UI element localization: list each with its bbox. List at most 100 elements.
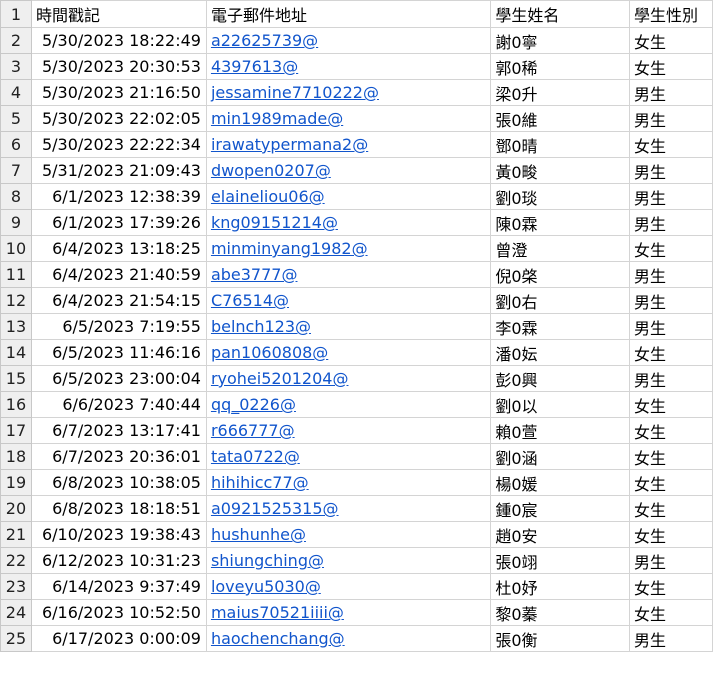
student-gender-cell[interactable]: 女生 bbox=[629, 417, 713, 444]
student-gender-cell[interactable]: 女生 bbox=[629, 339, 713, 366]
row-number[interactable]: 4 bbox=[0, 79, 32, 106]
student-name-cell[interactable]: 劉0涵 bbox=[490, 443, 631, 470]
email-cell[interactable]: qq_0226@ bbox=[205, 391, 492, 418]
student-gender-cell[interactable]: 男生 bbox=[629, 365, 713, 392]
header-student-name[interactable]: 學生姓名 bbox=[490, 0, 631, 28]
timestamp-cell[interactable]: 5/31/2023 21:09:43 bbox=[30, 157, 207, 184]
timestamp-cell[interactable]: 6/5/2023 11:46:16 bbox=[30, 339, 207, 366]
timestamp-cell[interactable]: 6/16/2023 10:52:50 bbox=[30, 599, 207, 626]
email-cell[interactable]: irawatypermana2@ bbox=[205, 131, 492, 158]
student-name-cell[interactable]: 謝0寧 bbox=[490, 27, 631, 54]
student-name-cell[interactable]: 張0維 bbox=[490, 105, 631, 132]
email-cell[interactable]: hushunhe@ bbox=[205, 521, 492, 548]
row-number[interactable]: 7 bbox=[0, 157, 32, 184]
student-gender-cell[interactable]: 男生 bbox=[629, 625, 713, 652]
email-cell[interactable]: 4397613@ bbox=[205, 53, 492, 80]
student-gender-cell[interactable]: 女生 bbox=[629, 131, 713, 158]
timestamp-cell[interactable]: 6/7/2023 13:17:41 bbox=[30, 417, 207, 444]
row-number[interactable]: 16 bbox=[0, 391, 32, 418]
student-name-cell[interactable]: 黃0畯 bbox=[490, 157, 631, 184]
student-name-cell[interactable]: 鄧0晴 bbox=[490, 131, 631, 158]
email-cell[interactable]: a22625739@ bbox=[205, 27, 492, 54]
email-cell[interactable]: hihihicc77@ bbox=[205, 469, 492, 496]
student-gender-cell[interactable]: 男生 bbox=[629, 209, 713, 236]
header-timestamp[interactable]: 時間戳記 bbox=[30, 0, 207, 28]
timestamp-cell[interactable]: 6/5/2023 23:00:04 bbox=[30, 365, 207, 392]
timestamp-cell[interactable]: 5/30/2023 21:16:50 bbox=[30, 79, 207, 106]
row-number[interactable]: 24 bbox=[0, 599, 32, 626]
student-gender-cell[interactable]: 男生 bbox=[629, 313, 713, 340]
student-name-cell[interactable]: 賴0萱 bbox=[490, 417, 631, 444]
student-gender-cell[interactable]: 男生 bbox=[629, 105, 713, 132]
timestamp-cell[interactable]: 5/30/2023 22:02:05 bbox=[30, 105, 207, 132]
timestamp-cell[interactable]: 6/1/2023 17:39:26 bbox=[30, 209, 207, 236]
student-name-cell[interactable]: 陳0霖 bbox=[490, 209, 631, 236]
student-gender-cell[interactable]: 女生 bbox=[629, 443, 713, 470]
email-cell[interactable]: min1989made@ bbox=[205, 105, 492, 132]
email-cell[interactable]: shiungching@ bbox=[205, 547, 492, 574]
row-number[interactable]: 23 bbox=[0, 573, 32, 600]
row-number[interactable]: 12 bbox=[0, 287, 32, 314]
row-number[interactable]: 14 bbox=[0, 339, 32, 366]
student-gender-cell[interactable]: 女生 bbox=[629, 53, 713, 80]
row-number[interactable]: 1 bbox=[0, 0, 32, 28]
email-cell[interactable]: haochenchang@ bbox=[205, 625, 492, 652]
student-name-cell[interactable]: 張0翊 bbox=[490, 547, 631, 574]
header-email[interactable]: 電子郵件地址 bbox=[205, 0, 492, 28]
student-gender-cell[interactable]: 女生 bbox=[629, 469, 713, 496]
email-cell[interactable]: ryohei5201204@ bbox=[205, 365, 492, 392]
timestamp-cell[interactable]: 5/30/2023 22:22:34 bbox=[30, 131, 207, 158]
student-gender-cell[interactable]: 女生 bbox=[629, 599, 713, 626]
email-cell[interactable]: C76514@ bbox=[205, 287, 492, 314]
timestamp-cell[interactable]: 6/1/2023 12:38:39 bbox=[30, 183, 207, 210]
email-cell[interactable]: belnch123@ bbox=[205, 313, 492, 340]
student-gender-cell[interactable]: 女生 bbox=[629, 27, 713, 54]
row-number[interactable]: 25 bbox=[0, 625, 32, 652]
student-gender-cell[interactable]: 女生 bbox=[629, 573, 713, 600]
student-gender-cell[interactable]: 男生 bbox=[629, 183, 713, 210]
student-gender-cell[interactable]: 女生 bbox=[629, 521, 713, 548]
email-cell[interactable]: elaineliou06@ bbox=[205, 183, 492, 210]
row-number[interactable]: 15 bbox=[0, 365, 32, 392]
email-cell[interactable]: kng09151214@ bbox=[205, 209, 492, 236]
student-gender-cell[interactable]: 女生 bbox=[629, 235, 713, 262]
row-number[interactable]: 17 bbox=[0, 417, 32, 444]
timestamp-cell[interactable]: 6/14/2023 9:37:49 bbox=[30, 573, 207, 600]
student-name-cell[interactable]: 杜0妤 bbox=[490, 573, 631, 600]
timestamp-cell[interactable]: 6/4/2023 21:40:59 bbox=[30, 261, 207, 288]
timestamp-cell[interactable]: 6/8/2023 10:38:05 bbox=[30, 469, 207, 496]
header-student-gender[interactable]: 學生性別 bbox=[629, 0, 713, 28]
student-gender-cell[interactable]: 女生 bbox=[629, 391, 713, 418]
timestamp-cell[interactable]: 6/12/2023 10:31:23 bbox=[30, 547, 207, 574]
student-name-cell[interactable]: 張0衡 bbox=[490, 625, 631, 652]
student-name-cell[interactable]: 劉0琰 bbox=[490, 183, 631, 210]
student-name-cell[interactable]: 黎0蓁 bbox=[490, 599, 631, 626]
student-name-cell[interactable]: 李0霖 bbox=[490, 313, 631, 340]
row-number[interactable]: 21 bbox=[0, 521, 32, 548]
student-name-cell[interactable]: 彭0興 bbox=[490, 365, 631, 392]
row-number[interactable]: 3 bbox=[0, 53, 32, 80]
student-name-cell[interactable]: 劉0右 bbox=[490, 287, 631, 314]
student-name-cell[interactable]: 倪0棨 bbox=[490, 261, 631, 288]
timestamp-cell[interactable]: 6/17/2023 0:00:09 bbox=[30, 625, 207, 652]
row-number[interactable]: 10 bbox=[0, 235, 32, 262]
student-gender-cell[interactable]: 男生 bbox=[629, 287, 713, 314]
email-cell[interactable]: a0921525315@ bbox=[205, 495, 492, 522]
student-name-cell[interactable]: 楊0媛 bbox=[490, 469, 631, 496]
email-cell[interactable]: loveyu5030@ bbox=[205, 573, 492, 600]
student-name-cell[interactable]: 趙0安 bbox=[490, 521, 631, 548]
timestamp-cell[interactable]: 6/4/2023 21:54:15 bbox=[30, 287, 207, 314]
row-number[interactable]: 5 bbox=[0, 105, 32, 132]
timestamp-cell[interactable]: 6/6/2023 7:40:44 bbox=[30, 391, 207, 418]
timestamp-cell[interactable]: 6/10/2023 19:38:43 bbox=[30, 521, 207, 548]
row-number[interactable]: 9 bbox=[0, 209, 32, 236]
student-name-cell[interactable]: 潘0妘 bbox=[490, 339, 631, 366]
student-name-cell[interactable]: 曾澄 bbox=[490, 235, 631, 262]
timestamp-cell[interactable]: 6/7/2023 20:36:01 bbox=[30, 443, 207, 470]
timestamp-cell[interactable]: 6/4/2023 13:18:25 bbox=[30, 235, 207, 262]
row-number[interactable]: 20 bbox=[0, 495, 32, 522]
student-name-cell[interactable]: 劉0以 bbox=[490, 391, 631, 418]
email-cell[interactable]: pan1060808@ bbox=[205, 339, 492, 366]
email-cell[interactable]: minminyang1982@ bbox=[205, 235, 492, 262]
student-name-cell[interactable]: 鍾0宸 bbox=[490, 495, 631, 522]
